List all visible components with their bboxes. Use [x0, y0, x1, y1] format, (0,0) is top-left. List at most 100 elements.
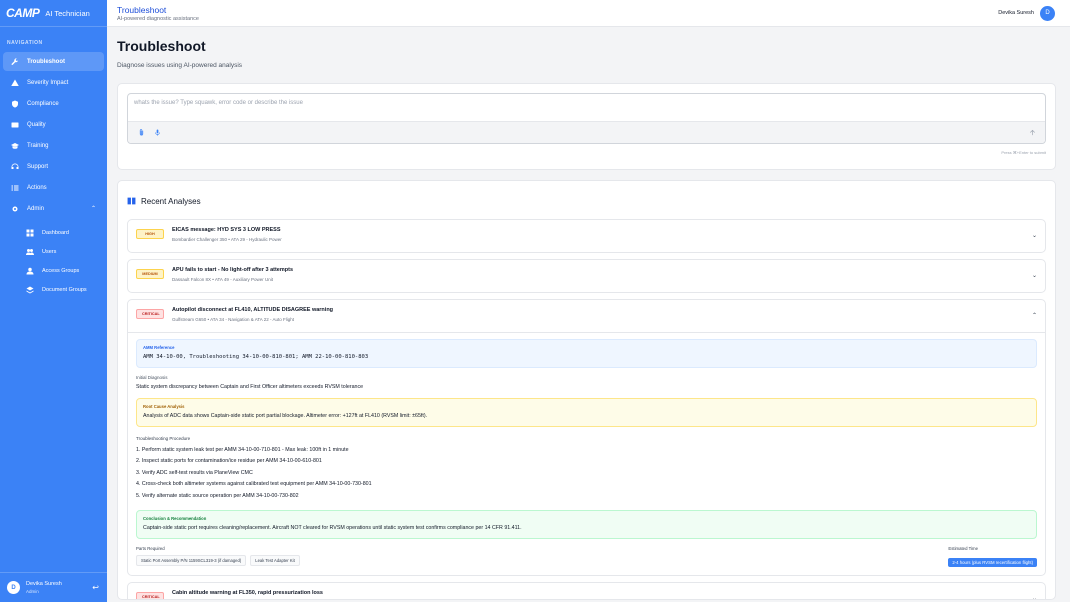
- analysis-item: CRITICAL Cabin altitude warning at FL350…: [127, 581, 1046, 599]
- chevron-up-icon[interactable]: ⌃: [91, 205, 96, 212]
- avatar[interactable]: D: [7, 581, 20, 594]
- user-name: Devika Suresh: [26, 581, 62, 587]
- sidebar-item-admin[interactable]: Admin ⌃: [3, 199, 104, 218]
- analysis-meta: Gulfstream G650 • ATA 34 - Navigation & …: [172, 317, 295, 322]
- analysis-item-header[interactable]: CRITICAL Cabin altitude warning at FL350…: [128, 583, 1045, 599]
- sidebar-item-training[interactable]: Training: [3, 136, 104, 155]
- sidebar: CAMP AI Technician NAVIGATION Troublesho…: [0, 0, 107, 602]
- headset-icon: [10, 162, 19, 171]
- header-subtitle: AI-powered diagnostic assistance: [117, 15, 199, 22]
- recent-title: Recent Analyses: [141, 196, 201, 206]
- sidebar-subitem-users[interactable]: Users: [22, 242, 104, 261]
- wrench-icon: [10, 57, 19, 66]
- procedure-step: 2. Inspect static ports for contaminatio…: [136, 458, 322, 465]
- procedure-step: 1. Perform static system leak test per A…: [136, 447, 349, 453]
- sidebar-item-actions[interactable]: Actions: [3, 178, 104, 197]
- severity-badge: CRITICAL: [136, 591, 164, 599]
- gear-icon: [10, 204, 19, 213]
- procedure-step: 3. Verify ADC self-test results via Plan…: [136, 469, 253, 476]
- conclusion: Conclusion & Recommendation Captain-side…: [136, 509, 1037, 539]
- brand: CAMP AI Technician: [0, 0, 107, 27]
- sidebar-item-troubleshoot[interactable]: Troubleshoot: [3, 52, 104, 71]
- document-group-icon: [25, 285, 34, 294]
- header-title: Troubleshoot: [117, 4, 167, 15]
- conclusion-text: Captain-side static port requires cleani…: [143, 524, 522, 531]
- procedure-step: 5. Verify alternate static source operat…: [136, 492, 299, 499]
- sidebar-subitem-dashboard[interactable]: Dashboard: [22, 223, 104, 242]
- sidebar-subitem-label: Document Groups: [42, 286, 87, 293]
- user-group-icon: [25, 266, 34, 275]
- severity-badge: CRITICAL: [136, 309, 164, 319]
- diagnosis-label: Initial Diagnosis: [136, 375, 168, 380]
- sidebar-user: D Devika Suresh Admin ↩: [0, 572, 107, 602]
- analysis-details: AMM Reference AMM 34-10-00, Troubleshoot…: [128, 332, 1045, 575]
- sidebar-item-compliance[interactable]: Compliance: [3, 94, 104, 113]
- sidebar-item-support[interactable]: Support: [3, 157, 104, 176]
- logout-icon[interactable]: ↩: [92, 583, 99, 592]
- app-root: CAMP AI Technician NAVIGATION Troublesho…: [0, 0, 1070, 602]
- analysis-title: Cabin altitude warning at FL350, rapid p…: [172, 589, 323, 596]
- chevron-up-icon[interactable]: ⌃: [1032, 312, 1037, 319]
- header-user-name: Devika Suresh: [998, 10, 1034, 16]
- sidebar-item-severity-impact[interactable]: Severity Impact: [3, 73, 104, 92]
- analysis-title: EICAS message: HYD SYS 3 LOW PRESS: [172, 227, 281, 233]
- submit-hint: Press ⌘+Enter to submit: [1001, 150, 1046, 155]
- query-input[interactable]: [128, 94, 1045, 121]
- analysis-meta: Dassault Falcon 8X • ATA 49 - Auxiliary …: [172, 277, 273, 282]
- analysis-meta: Bombardier Challenger 350 • ATA 29 - Hyd…: [172, 237, 282, 242]
- chevron-down-icon[interactable]: ⌄: [1032, 272, 1037, 279]
- send-arrow-icon[interactable]: [1027, 128, 1037, 138]
- recent-analyses: Recent Analyses HIGH EICAS message: HYD …: [117, 180, 1056, 600]
- time-label: Estimated Time: [948, 545, 978, 551]
- analysis-title: Autopilot disconnect at FL410, ALTITUDE …: [172, 307, 334, 313]
- sidebar-item-label: Troubleshoot: [27, 58, 65, 65]
- procedure-steps: 1. Perform static system leak test per A…: [136, 445, 1037, 502]
- graduation-icon: [10, 141, 19, 150]
- analysis-item-expanded: CRITICAL Autopilot disconnect at FL410, …: [127, 299, 1046, 576]
- analysis-item-header[interactable]: MEDIUM APU fails to start - No light-off…: [128, 260, 1045, 292]
- severity-badge: HIGH: [136, 229, 164, 239]
- analysis-item-header[interactable]: CRITICAL Autopilot disconnect at FL410, …: [128, 300, 1045, 332]
- root-cause-analysis: Root Cause Analysis Analysis of ADC data…: [136, 398, 1037, 427]
- paperclip-icon[interactable]: [136, 128, 146, 138]
- users-icon: [25, 247, 34, 256]
- sidebar-item-label: Support: [27, 163, 49, 170]
- query-toolbar: [128, 121, 1045, 143]
- diagnosis-text: Static system discrepancy between Captai…: [136, 384, 364, 390]
- procedure-step: 4. Cross-check both altimeter systems ag…: [136, 481, 372, 488]
- analysis-item-header[interactable]: HIGH EICAS message: HYD SYS 3 LOW PRESS …: [128, 220, 1045, 252]
- amm-reference: AMM Reference AMM 34-10-00, Troubleshoot…: [136, 339, 1037, 368]
- page-title: Troubleshoot: [117, 38, 206, 54]
- header-avatar[interactable]: D: [1040, 5, 1055, 21]
- book-icon: [127, 192, 136, 210]
- analysis-item: HIGH EICAS message: HYD SYS 3 LOW PRESS …: [127, 219, 1046, 253]
- root-cause-label: Root Cause Analysis: [143, 404, 185, 409]
- header-user[interactable]: Devika Suresh D: [998, 5, 1055, 21]
- sidebar-subitem-access-groups[interactable]: Access Groups: [22, 261, 104, 280]
- chevron-down-icon[interactable]: ⌄: [1032, 232, 1037, 239]
- main-area: Troubleshoot AI-powered diagnostic assis…: [107, 0, 1070, 602]
- sidebar-item-label: Training: [27, 142, 49, 149]
- warning-icon: [10, 78, 19, 87]
- sidebar-subitem-label: Access Groups: [42, 267, 80, 274]
- root-cause-text: Analysis of ADC data shows Captain-side …: [143, 413, 428, 419]
- conclusion-label: Conclusion & Recommendation: [143, 515, 207, 521]
- chart-icon: [10, 120, 19, 129]
- amm-value: AMM 34-10-00, Troubleshooting 34-10-00-8…: [143, 354, 369, 360]
- grid-icon: [25, 228, 34, 237]
- chevron-down-icon[interactable]: ⌄: [1032, 595, 1037, 599]
- microphone-icon[interactable]: [152, 128, 162, 138]
- query-card: Press ⌘+Enter to submit: [117, 83, 1056, 170]
- nav-section-title: NAVIGATION: [7, 40, 43, 46]
- procedure-label: Troubleshooting Procedure: [136, 436, 191, 441]
- sidebar-subitem-label: Dashboard: [42, 229, 69, 236]
- sidebar-item-label: Compliance: [27, 100, 59, 107]
- shield-icon: [10, 99, 19, 108]
- analysis-title: APU fails to start - No light-off after …: [172, 267, 294, 273]
- brand-logo: CAMP: [6, 6, 40, 20]
- sidebar-item-label: Admin: [27, 205, 45, 212]
- topbar: Troubleshoot AI-powered diagnostic assis…: [107, 0, 1070, 27]
- sidebar-item-quality[interactable]: Quality: [3, 115, 104, 134]
- sidebar-subitem-document-groups[interactable]: Document Groups: [22, 280, 104, 299]
- query-box: [127, 93, 1046, 144]
